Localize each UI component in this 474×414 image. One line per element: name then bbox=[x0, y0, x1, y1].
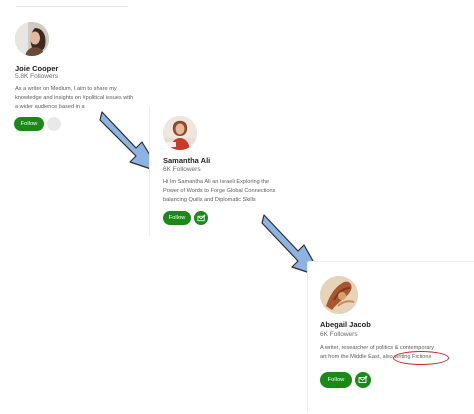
follower-count[interactable]: 5.8K Followers bbox=[15, 73, 58, 80]
profile-bio: Hi Im Samantha Ali an Israeli Exploring … bbox=[163, 178, 281, 205]
bio-line: balancing Quills and Diplomatic Skills bbox=[163, 197, 256, 203]
subscribe-button[interactable] bbox=[47, 117, 61, 131]
avatar-photo bbox=[163, 116, 197, 150]
subscribe-button[interactable] bbox=[355, 372, 371, 388]
bio-line: knowledge and insights on #political iss… bbox=[15, 95, 134, 101]
bio-line: As a writer on Medium, I aim to share my bbox=[15, 86, 117, 92]
profile-name[interactable]: Joie Cooper bbox=[15, 64, 58, 73]
follower-count[interactable]: 6K Followers bbox=[320, 331, 358, 338]
profile-bio: As a writer on Medium, I aim to share my… bbox=[15, 85, 147, 112]
avatar-photo bbox=[15, 22, 49, 56]
divider-line bbox=[16, 6, 128, 7]
avatar-photo bbox=[320, 276, 358, 314]
bio-line: art from the Middle East, also writing F… bbox=[320, 354, 432, 360]
profile-bio: A writer, researcher of politics & conte… bbox=[320, 344, 470, 362]
avatar[interactable] bbox=[320, 276, 358, 314]
follower-count[interactable]: 6K Followers bbox=[163, 166, 201, 173]
follow-button[interactable]: Follow bbox=[163, 211, 191, 225]
avatar[interactable] bbox=[163, 116, 197, 150]
bio-line: Hi Im Samantha Ali an Israeli Exploring … bbox=[163, 179, 270, 185]
bio-line: Power of Words to Forge Global Connectio… bbox=[163, 188, 276, 194]
subscribe-button[interactable] bbox=[194, 211, 208, 225]
avatar[interactable] bbox=[15, 22, 49, 56]
profile-card-abegail-jacob: Abegail Jacob 6K Followers A writer, res… bbox=[308, 262, 474, 412]
screenshot-canvas: Joie Cooper 5.8K Followers As a writer o… bbox=[0, 0, 474, 414]
mail-plus-icon bbox=[358, 375, 368, 383]
profile-name[interactable]: Samantha Ali bbox=[163, 156, 210, 165]
follow-button[interactable]: Follow bbox=[14, 117, 44, 131]
profile-name[interactable]: Abegail Jacob bbox=[320, 320, 371, 329]
follow-button[interactable]: Follow bbox=[320, 372, 352, 388]
bio-line: A writer, researcher of politics & conte… bbox=[320, 345, 435, 351]
mail-plus-icon bbox=[196, 214, 205, 221]
